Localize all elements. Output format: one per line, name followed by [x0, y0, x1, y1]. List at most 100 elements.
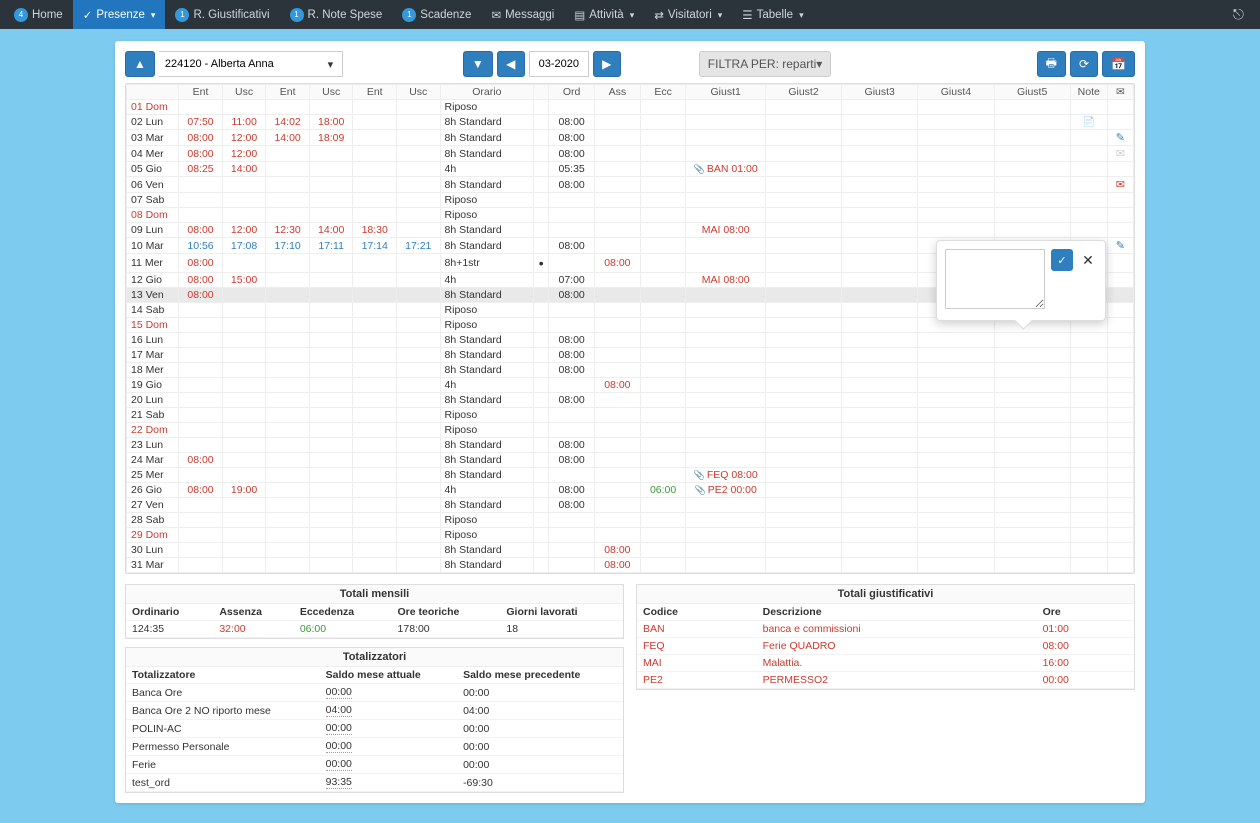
giust-cell[interactable]	[765, 303, 841, 318]
giust1-cell[interactable]	[686, 130, 765, 146]
mail-cell[interactable]	[1107, 363, 1133, 378]
time-cell[interactable]	[396, 146, 440, 162]
time-cell[interactable]	[179, 408, 223, 423]
time-cell[interactable]	[266, 378, 310, 393]
giust-cell[interactable]	[994, 423, 1070, 438]
note-cell[interactable]	[1070, 146, 1107, 162]
time-cell[interactable]	[309, 146, 353, 162]
time-cell[interactable]	[179, 303, 223, 318]
time-cell[interactable]	[179, 513, 223, 528]
table-row[interactable]: 30 Lun8h Standard08:00	[127, 543, 1134, 558]
mail-cell[interactable]	[1107, 528, 1133, 543]
note-cell[interactable]	[1070, 208, 1107, 223]
note-confirm-button[interactable]: ✓	[1051, 249, 1073, 271]
giust-cell[interactable]	[765, 393, 841, 408]
time-cell[interactable]	[353, 438, 397, 453]
table-row[interactable]: 18 Mer8h Standard08:00	[127, 363, 1134, 378]
giust-cell[interactable]	[842, 558, 918, 573]
giust-cell[interactable]	[842, 393, 918, 408]
note-cell[interactable]	[1070, 162, 1107, 177]
time-cell[interactable]: 19:00	[222, 483, 266, 498]
time-cell[interactable]	[266, 408, 310, 423]
time-cell[interactable]	[396, 348, 440, 363]
giust1-cell[interactable]	[686, 528, 765, 543]
time-cell[interactable]	[179, 393, 223, 408]
giust-cell[interactable]	[918, 146, 994, 162]
employee-dropdown[interactable]: ▾	[319, 51, 343, 77]
time-cell[interactable]	[179, 363, 223, 378]
time-cell[interactable]	[222, 513, 266, 528]
giust1-cell[interactable]	[686, 333, 765, 348]
time-cell[interactable]	[266, 273, 310, 288]
time-cell[interactable]: 14:00	[266, 130, 310, 146]
giust-cell[interactable]	[994, 408, 1070, 423]
mail-cell[interactable]	[1107, 348, 1133, 363]
giust-cell[interactable]	[918, 378, 994, 393]
note-cell[interactable]	[1070, 177, 1107, 193]
giust-cell[interactable]	[765, 115, 841, 130]
time-cell[interactable]	[266, 528, 310, 543]
time-cell[interactable]	[396, 162, 440, 177]
table-row[interactable]: 27 Ven8h Standard08:00	[127, 498, 1134, 513]
time-cell[interactable]	[309, 483, 353, 498]
time-cell[interactable]	[396, 130, 440, 146]
time-cell[interactable]	[309, 498, 353, 513]
time-cell[interactable]	[179, 348, 223, 363]
mail-cell[interactable]	[1107, 223, 1133, 238]
time-cell[interactable]	[396, 333, 440, 348]
time-cell[interactable]	[396, 318, 440, 333]
time-cell[interactable]	[266, 543, 310, 558]
nav-attivita[interactable]: ▤ Attività	[564, 0, 644, 29]
giust1-cell[interactable]: MAI 08:00	[686, 273, 765, 288]
table-row[interactable]: 24 Mar08:008h Standard08:00	[127, 453, 1134, 468]
giust-cell[interactable]	[994, 162, 1070, 177]
table-row[interactable]: 02 Lun07:5011:0014:0218:008h Standard08:…	[127, 115, 1134, 130]
giust-cell[interactable]	[842, 100, 918, 115]
giust-cell[interactable]	[918, 558, 994, 573]
table-row[interactable]: 25 Mer8h StandardFEQ 08:00	[127, 468, 1134, 483]
time-cell[interactable]	[396, 483, 440, 498]
time-cell[interactable]: 12:00	[222, 146, 266, 162]
time-cell[interactable]	[353, 208, 397, 223]
giust-cell[interactable]	[994, 513, 1070, 528]
time-cell[interactable]	[179, 177, 223, 193]
mail-cell[interactable]	[1107, 468, 1133, 483]
giust1-cell[interactable]	[686, 543, 765, 558]
time-cell[interactable]: 12:00	[222, 130, 266, 146]
time-cell[interactable]	[396, 363, 440, 378]
time-cell[interactable]	[309, 558, 353, 573]
time-cell[interactable]	[222, 100, 266, 115]
giust-cell[interactable]	[918, 468, 994, 483]
filter-button[interactable]: FILTRA PER: reparti▾	[699, 51, 832, 77]
giust1-cell[interactable]	[686, 408, 765, 423]
giust1-cell[interactable]	[686, 348, 765, 363]
time-cell[interactable]	[309, 254, 353, 273]
time-cell[interactable]	[179, 498, 223, 513]
giust-cell[interactable]	[765, 348, 841, 363]
time-cell[interactable]	[222, 193, 266, 208]
mail-cell[interactable]	[1107, 288, 1133, 303]
giust1-cell[interactable]	[686, 100, 765, 115]
giust-cell[interactable]	[765, 273, 841, 288]
table-row[interactable]: 31 Mar8h Standard08:00	[127, 558, 1134, 573]
time-cell[interactable]: 17:10	[266, 238, 310, 254]
time-cell[interactable]	[266, 468, 310, 483]
note-cancel-button[interactable]: ✕	[1079, 251, 1097, 269]
giust1-cell[interactable]	[686, 115, 765, 130]
time-cell[interactable]	[396, 193, 440, 208]
time-cell[interactable]	[266, 363, 310, 378]
time-cell[interactable]	[353, 498, 397, 513]
giust-cell[interactable]	[842, 146, 918, 162]
giust-cell[interactable]	[842, 177, 918, 193]
time-cell[interactable]: 18:30	[353, 223, 397, 238]
refresh-button[interactable]: ⟳	[1070, 51, 1098, 77]
giust-cell[interactable]	[765, 468, 841, 483]
giust-cell[interactable]	[994, 558, 1070, 573]
next-period-button[interactable]: ▶	[593, 51, 621, 77]
time-cell[interactable]: 10:56	[179, 238, 223, 254]
time-cell[interactable]	[222, 208, 266, 223]
note-cell[interactable]	[1070, 223, 1107, 238]
giust-cell[interactable]	[918, 100, 994, 115]
time-cell[interactable]	[179, 543, 223, 558]
time-cell[interactable]	[266, 558, 310, 573]
